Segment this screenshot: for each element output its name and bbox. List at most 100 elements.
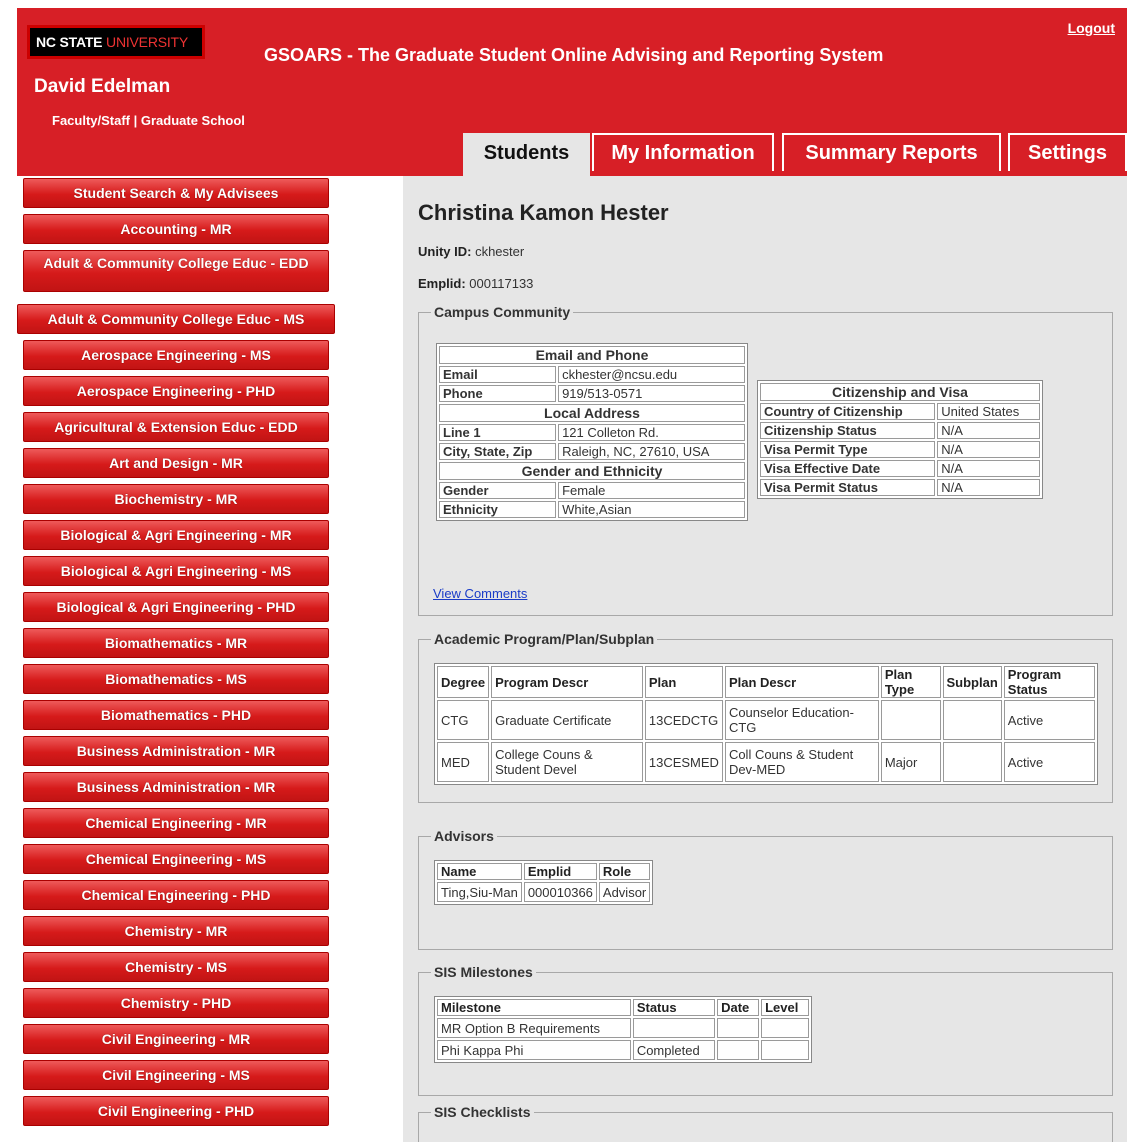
emplid-row: Emplid: 000117133 (418, 276, 534, 291)
table-row: MR Option B Requirements (437, 1018, 809, 1038)
ncsu-logo[interactable]: NC STATE UNIVERSITY (27, 25, 205, 59)
gender-value: Female (558, 482, 745, 499)
sidebar-item-program[interactable]: Accounting - MR (23, 214, 329, 244)
phone-value: 919/513-0571 (558, 385, 745, 402)
sidebar-item-program[interactable]: Business Administration - MR (23, 772, 329, 802)
section-title: Advisors (434, 828, 494, 844)
table-section-title: Local Address (439, 404, 745, 422)
sidebar-item-program[interactable]: Biological & Agri Engineering - PHD (23, 592, 329, 622)
sidebar-item-program[interactable]: Art and Design - MR (23, 448, 329, 478)
column-header: Plan Type (880, 666, 941, 698)
sidebar-item-program[interactable]: Biomathematics - MS (23, 664, 329, 694)
sidebar-item-program[interactable]: Biochemistry - MR (23, 484, 329, 514)
table-row: CTG Graduate Certificate 13CEDCTG Counselor… (437, 700, 1095, 740)
column-header: Subplan (942, 666, 1002, 698)
sidebar-item-program[interactable]: Chemistry - MR (23, 916, 329, 946)
column-header: Role (598, 863, 651, 880)
table-cell (717, 1018, 760, 1038)
table-cell: College Couns & Student Devel (491, 742, 643, 782)
table-cell: Phi Kappa Phi (437, 1040, 631, 1060)
logout-link[interactable]: Logout (1068, 20, 1115, 36)
section-title: SIS Checklists (434, 1104, 531, 1120)
sidebar-item-program[interactable]: Chemical Engineering - PHD (23, 880, 329, 910)
table-section-title: Email and Phone (439, 346, 745, 364)
column-header: Program Descr (491, 666, 643, 698)
ethnicity-value: White,Asian (558, 501, 745, 518)
sidebar-item-program[interactable]: Chemistry - MS (23, 952, 329, 982)
table-cell (761, 1040, 809, 1060)
citizenship-table: Citizenship and Visa Country of Citizens… (757, 380, 1043, 499)
sidebar-item-student-search[interactable]: Student Search & My Advisees (23, 178, 329, 208)
table-cell: CTG (437, 700, 490, 740)
column-header: Milestone (437, 999, 631, 1016)
sidebar-item-program[interactable]: Adult & Community College Educ - MS (17, 304, 335, 334)
contact-table: Email and Phone Email ckhester@ncsu.edu P… (436, 343, 748, 521)
sidebar-item-program[interactable]: Chemistry - PHD (23, 988, 329, 1018)
sidebar-item-program[interactable]: Business Administration - MR (23, 736, 329, 766)
table-section-title: Gender and Ethnicity (439, 462, 745, 480)
email-value: ckhester@ncsu.edu (558, 366, 745, 383)
table-cell: Major (880, 742, 941, 782)
section-title: Campus Community (434, 304, 571, 320)
table-cell: MED (437, 742, 490, 782)
table-row: Ting,Siu-Man 000010366 Advisor (437, 882, 651, 902)
table-cell (942, 700, 1002, 740)
tab-settings[interactable]: Settings (1008, 133, 1127, 171)
table-cell (761, 1018, 809, 1038)
country-value: United States (937, 403, 1040, 420)
column-header: Level (761, 999, 809, 1016)
sidebar-item-program[interactable]: Aerospace Engineering - MS (23, 340, 329, 370)
table-row: Phi Kappa Phi Completed (437, 1040, 809, 1060)
sidebar-item-program[interactable]: Biological & Agri Engineering - MR (23, 520, 329, 550)
tab-summary-reports[interactable]: Summary Reports (782, 133, 1001, 171)
view-comments-link[interactable]: View Comments (433, 586, 527, 601)
table-cell (717, 1040, 760, 1060)
table-cell: Advisor (598, 882, 651, 902)
student-name: Christina Kamon Hester (418, 200, 669, 225)
program-sidebar: Student Search & My Advisees Accounting … (17, 176, 335, 1142)
column-header: Plan (644, 666, 723, 698)
sidebar-item-program[interactable]: Agricultural & Extension Educ - EDD (23, 412, 329, 442)
sidebar-item-program[interactable]: Adult & Community College Educ - EDD (23, 250, 329, 292)
table-cell: Graduate Certificate (491, 700, 643, 740)
table-cell (942, 742, 1002, 782)
sidebar-item-program[interactable]: Aerospace Engineering - PHD (23, 376, 329, 406)
sis-checklists-section: SIS Checklists (418, 1104, 1113, 1142)
tab-students[interactable]: Students (463, 133, 590, 176)
section-title: Academic Program/Plan/Subplan (434, 631, 655, 647)
sidebar-item-program[interactable]: Chemical Engineering - MS (23, 844, 329, 874)
unity-id-value: ckhester (475, 244, 525, 259)
user-role: Faculty/Staff | Graduate School (52, 113, 245, 128)
table-cell: 13CEDCTG (644, 700, 723, 740)
table-cell: Counselor Education-CTG (724, 700, 879, 740)
tab-my-information[interactable]: My Information (592, 133, 774, 171)
sidebar-item-program[interactable]: Chemical Engineering - MR (23, 808, 329, 838)
sidebar-item-program[interactable]: Civil Engineering - MS (23, 1060, 329, 1090)
column-header: Emplid (523, 863, 597, 880)
table-cell: Completed (632, 1040, 716, 1060)
table-cell: MR Option B Requirements (437, 1018, 631, 1038)
student-detail-panel: Christina Kamon Hester Unity ID: ckheste… (403, 176, 1127, 1142)
unity-id-row: Unity ID: ckhester (418, 244, 525, 259)
table-cell: Active (1003, 742, 1095, 782)
table-cell (880, 700, 941, 740)
academic-program-table: Degree Program Descr Plan Plan Descr Plan Ty… (434, 663, 1098, 785)
table-cell: Coll Couns & Student Dev-MED (724, 742, 879, 782)
sidebar-item-program[interactable]: Civil Engineering - PHD (23, 1096, 329, 1126)
table-cell: Active (1003, 700, 1095, 740)
sidebar-item-program[interactable]: Biological & Agri Engineering - MS (23, 556, 329, 586)
app-title: GSOARS - The Graduate Student Online Adv… (264, 45, 884, 65)
address-line1: 121 Colleton Rd. (558, 424, 745, 441)
table-cell: Ting,Siu-Man (437, 882, 522, 902)
table-cell: 13CESMED (644, 742, 723, 782)
sidebar-item-program[interactable]: Biomathematics - MR (23, 628, 329, 658)
table-cell: 000010366 (523, 882, 597, 902)
sidebar-item-program[interactable]: Civil Engineering - MR (23, 1024, 329, 1054)
emplid-value: 000117133 (469, 276, 534, 291)
table-row: MED College Couns & Student Devel 13CESMED… (437, 742, 1095, 782)
section-title: SIS Milestones (434, 964, 533, 980)
column-header: Date (717, 999, 760, 1016)
sidebar-item-program[interactable]: Biomathematics - PHD (23, 700, 329, 730)
table-cell (632, 1018, 716, 1038)
milestones-table: Milestone Status Date Level MR Option B Requ… (434, 996, 812, 1063)
